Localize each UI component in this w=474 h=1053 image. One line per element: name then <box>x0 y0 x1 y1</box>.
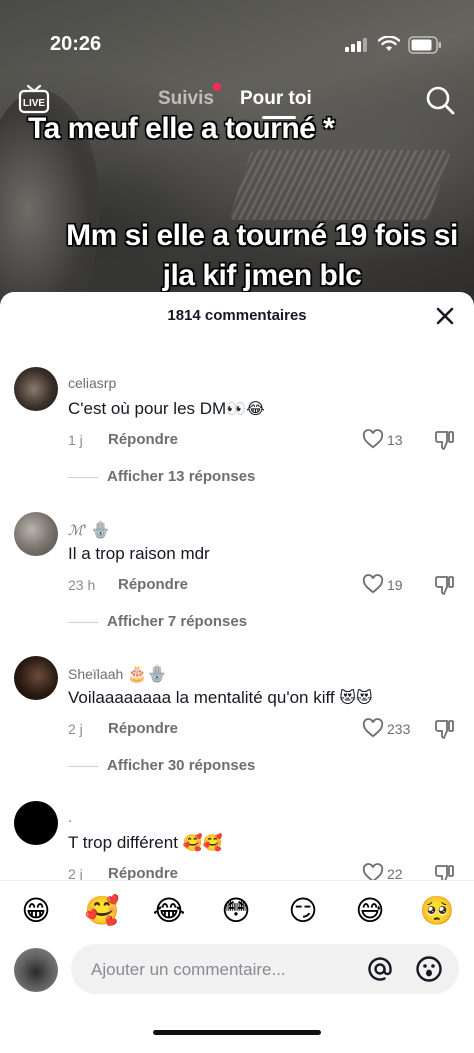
like-button[interactable]: 233 <box>362 718 422 740</box>
avatar[interactable] <box>14 801 58 845</box>
emoji-joy-button[interactable]: 😂 <box>151 893 187 929</box>
comment-username-emoji: 🎂🪬 <box>127 664 168 683</box>
avatar[interactable] <box>14 367 58 411</box>
replies-divider <box>68 766 98 767</box>
comment-text: Voilaaaaaaaa la mentalité qu'on kiff 😻😻 <box>68 688 373 708</box>
reply-button[interactable]: Répondre <box>118 576 188 593</box>
cellular-signal-icon <box>345 38 367 52</box>
search-icon[interactable] <box>424 84 456 116</box>
video-caption-bottom: Mm si elle a tourné 19 fois si jla kif j… <box>66 219 458 292</box>
comment-username[interactable]: . <box>68 809 72 825</box>
dislike-icon[interactable] <box>434 863 456 880</box>
comment-username[interactable]: celiasrp <box>68 375 116 391</box>
heart-icon <box>362 574 384 594</box>
comment-input[interactable] <box>89 944 353 996</box>
comment-text: T trop différent 🥰🥰 <box>68 833 223 853</box>
emoji-hearts-button[interactable]: 🥰 <box>84 893 120 929</box>
avatar[interactable] <box>14 656 58 700</box>
my-avatar[interactable] <box>14 948 58 992</box>
comment-username[interactable]: ℳ' 🪬 <box>68 520 111 539</box>
heart-icon <box>362 429 384 449</box>
battery-icon <box>408 36 441 54</box>
dislike-icon[interactable] <box>434 429 456 451</box>
comment-username-emoji: 🪬 <box>90 520 111 539</box>
view-replies-label: Afficher 7 réponses <box>107 613 248 630</box>
video-caption-top: Ta meuf elle a tourné * <box>28 112 335 145</box>
replies-divider <box>68 622 98 623</box>
emoji-quick-bar: 😁 🥰 😂 😳 😏 😅 🥺 <box>0 880 474 943</box>
comment-time: 23 h <box>68 577 96 593</box>
comment-item: celiasrp C'est où pour les DM👀😂 1 j Répo… <box>0 367 474 507</box>
comment-text-body: T trop différent <box>68 833 178 852</box>
dislike-icon[interactable] <box>434 718 456 740</box>
comment-item: . T trop différent 🥰🥰 2 j Répondre 22 <box>0 801 474 880</box>
emoji-flushed-button[interactable]: 😳 <box>218 893 254 929</box>
comment-input-container <box>71 944 459 996</box>
comment-time: 2 j <box>68 866 83 880</box>
emoji-sweat-smile-button[interactable]: 😅 <box>352 893 388 929</box>
home-indicator <box>153 1030 321 1035</box>
view-replies-label: Afficher 13 réponses <box>107 468 256 485</box>
status-bar: 20:26 <box>0 0 474 62</box>
heart-icon <box>362 863 384 880</box>
comment-emoji: 😻😻 <box>339 688 373 707</box>
comment-emoji: 🥰🥰 <box>182 833 223 852</box>
mention-icon[interactable] <box>367 956 393 982</box>
comment-composer <box>0 942 474 1002</box>
wifi-icon <box>378 36 400 51</box>
like-button[interactable]: 13 <box>362 429 422 451</box>
comment-text-body: Voilaaaaaaaa la mentalité qu'on kiff <box>68 688 335 707</box>
like-button[interactable]: 22 <box>362 863 422 880</box>
like-count: 233 <box>387 721 411 737</box>
tab-following[interactable]: Suivis <box>158 88 214 110</box>
like-count: 22 <box>387 866 403 880</box>
replies-divider <box>68 477 98 478</box>
comment-text: C'est où pour les DM👀😂 <box>68 399 265 419</box>
comment-item: ℳ' 🪬 Il a trop raison mdr 23 h Répondre … <box>0 512 474 652</box>
close-icon[interactable] <box>434 305 456 327</box>
status-time: 20:26 <box>50 33 102 55</box>
comment-item: Sheïlaah 🎂🪬 Voilaaaaaaaa la mentalité qu… <box>0 656 474 796</box>
live-label: LIVE <box>23 98 46 109</box>
emoji-grin-button[interactable]: 😁 <box>18 893 54 929</box>
like-count: 13 <box>387 432 403 448</box>
notification-dot <box>213 83 221 91</box>
comments-sheet: 1814 commentaires celiasrp C'est où pour… <box>0 292 474 1053</box>
avatar[interactable] <box>14 512 58 556</box>
reply-button[interactable]: Répondre <box>108 431 178 448</box>
comment-time: 2 j <box>68 721 83 737</box>
video-vent-shape <box>228 150 452 220</box>
comment-time: 1 j <box>68 432 83 448</box>
comment-text: Il a trop raison mdr <box>68 544 210 563</box>
comment-emoji: 👀😂 <box>226 399 265 418</box>
tab-for-you[interactable]: Pour toi <box>240 88 312 110</box>
comment-username[interactable]: Sheïlaah 🎂🪬 <box>68 664 167 683</box>
comments-list[interactable]: celiasrp C'est où pour les DM👀😂 1 j Répo… <box>0 352 474 880</box>
dislike-icon[interactable] <box>434 574 456 596</box>
emoji-picker-icon[interactable] <box>415 955 443 983</box>
comments-header: 1814 commentaires <box>0 292 474 338</box>
like-count: 19 <box>387 577 403 593</box>
reply-button[interactable]: Répondre <box>108 865 178 880</box>
like-button[interactable]: 19 <box>362 574 422 596</box>
comments-count-title: 1814 commentaires <box>167 307 307 324</box>
emoji-smirk-button[interactable]: 😏 <box>285 893 321 929</box>
reply-button[interactable]: Répondre <box>108 720 178 737</box>
emoji-pleading-button[interactable]: 🥺 <box>419 893 455 929</box>
comment-username-text: Sheïlaah <box>68 666 124 682</box>
comment-text-body: C'est où pour les DM <box>68 399 227 418</box>
view-replies-label: Afficher 30 réponses <box>107 757 256 774</box>
comment-username-text: ℳ' <box>68 523 87 539</box>
live-icon[interactable]: LIVE <box>18 84 50 114</box>
heart-icon <box>362 718 384 738</box>
